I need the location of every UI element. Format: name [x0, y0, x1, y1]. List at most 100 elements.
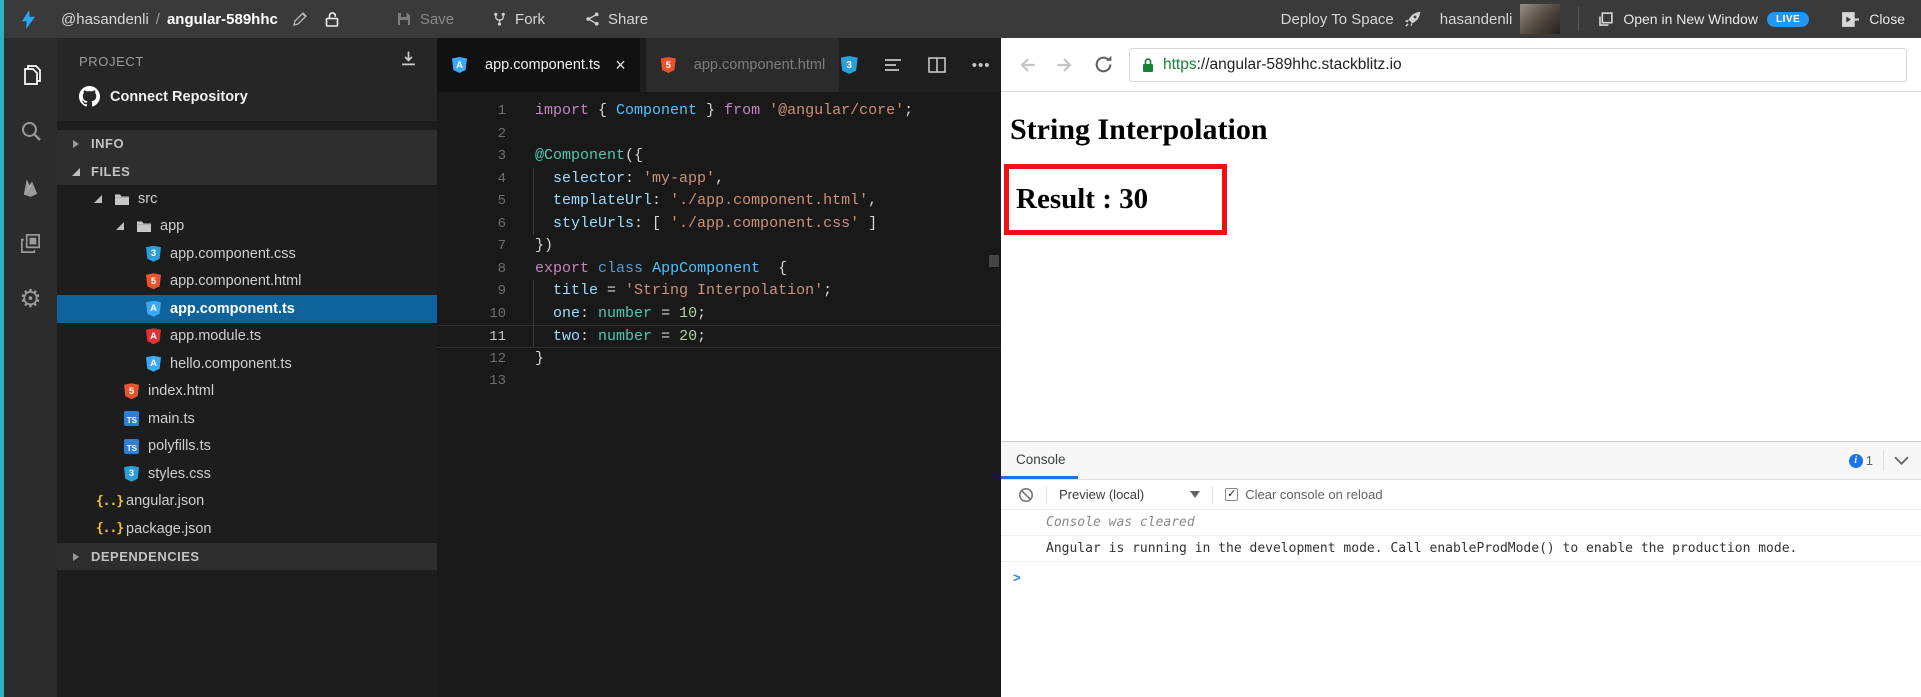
angular-blue-icon: A [145, 355, 162, 372]
code-line-3[interactable]: 3 @Component({ [437, 145, 1001, 168]
code-line-5[interactable]: 5 templateUrl: './app.component.html', [437, 190, 1001, 213]
file-item-styles-css[interactable]: 3 styles.css [57, 460, 437, 488]
fork-label: Fork [515, 10, 546, 28]
file-item-angular-json[interactable]: {..} angular.json [57, 488, 437, 516]
tree-item-label: app.component.html [170, 273, 302, 290]
code-text: export class AppComponent { [535, 259, 788, 277]
console-prompt[interactable]: > [1001, 562, 1921, 585]
new-window-icon [1599, 11, 1614, 26]
project-panel: PROJECT Connect Repository INFO FILES src a… [57, 38, 437, 697]
preview-content: String Interpolation Result : 30 [1001, 92, 1921, 441]
tree-item-label: DEPENDENCIES [91, 548, 200, 564]
file-item-main-ts[interactable]: TS main.ts [57, 405, 437, 433]
back-icon[interactable] [1015, 53, 1039, 77]
code-line-1[interactable]: 1 import { Component } from '@angular/cor… [437, 100, 1001, 123]
settings-icon[interactable]: ⚙ [18, 286, 44, 312]
breadcrumb-username[interactable]: @hasandenli [61, 11, 149, 28]
files-icon[interactable] [18, 62, 44, 88]
code-line-2[interactable]: 2 [437, 123, 1001, 146]
tab-app-component-html[interactable]: 5 app.component.html [645, 38, 840, 92]
clear-on-reload-checkbox[interactable]: ✓ [1225, 488, 1239, 501]
file-item-package-json[interactable]: {..} package.json [57, 515, 437, 543]
code-line-7[interactable]: 7}) [437, 235, 1001, 258]
console-collapse-button[interactable] [1894, 452, 1909, 470]
user-menu[interactable]: hasandenli [1440, 4, 1561, 34]
sidebar-section-info[interactable]: INFO [57, 130, 437, 158]
breadcrumb-project-name[interactable]: angular-589hhc [167, 11, 278, 28]
code-text: title = 'String Interpolation'; [553, 282, 833, 299]
open-in-new-window-label: Open in New Window [1623, 11, 1758, 27]
firebase-icon[interactable] [18, 174, 44, 200]
browser-toolbar: https://angular-589hhc.stackblitz.io [1001, 38, 1921, 92]
deploy-to-space-button[interactable]: Deploy To Space [1281, 10, 1422, 28]
console-context-dropdown[interactable]: Preview (local) [1059, 487, 1201, 502]
file-item-app-component-html[interactable]: 5 app.component.html [57, 268, 437, 296]
user-display-name: hasandenli [1439, 10, 1513, 28]
tree-item-label: FILES [91, 163, 131, 179]
dropdown-caret-icon [1190, 491, 1201, 498]
file-item-app-component-css[interactable]: 3 app.component.css [57, 240, 437, 268]
open-in-new-window-button[interactable]: Open in New Window LIVE [1597, 11, 1810, 28]
sidebar-section-files[interactable]: FILES [57, 157, 437, 185]
close-button[interactable]: Close [1841, 11, 1905, 28]
more-options-icon[interactable]: ••• [971, 55, 991, 75]
close-exit-icon [1842, 11, 1860, 27]
tab-label: app.component.ts [485, 57, 601, 73]
code-line-10[interactable]: 10 one: number = 10; [437, 302, 1001, 326]
folder-item-src[interactable]: src [57, 185, 437, 213]
rename-project-button[interactable] [292, 11, 308, 27]
privacy-toggle-button[interactable] [324, 11, 340, 28]
code-editor[interactable]: 1 import { Component } from '@angular/cor… [437, 92, 1001, 393]
html5-icon: 5 [123, 383, 140, 400]
code-line-8[interactable]: 8 export class AppComponent { [437, 258, 1001, 281]
save-button[interactable]: Save [396, 11, 454, 28]
console-info-badge[interactable]: i 1 [1848, 453, 1873, 468]
live-badge: LIVE [1766, 11, 1810, 27]
extensions-icon[interactable] [18, 230, 44, 256]
share-button[interactable]: Share [585, 11, 648, 28]
tree-item-label: src [138, 190, 158, 207]
code-line-4[interactable]: 4 selector: 'my-app', [437, 167, 1001, 191]
stackblitz-window: @hasandenli / angular-589hhc Save Fork S… [0, 0, 1921, 697]
twisty-collapsed-icon [71, 136, 85, 151]
sidebar-section-dependencies[interactable]: DEPENDENCIES [57, 542, 437, 570]
editor-scrollbar-thumb[interactable] [989, 255, 999, 267]
forward-icon[interactable] [1053, 53, 1077, 77]
angular-red-icon: A [145, 328, 162, 345]
pencil-icon [292, 12, 307, 26]
folder-item-app[interactable]: app [57, 213, 437, 241]
fork-button[interactable]: Fork [492, 11, 545, 28]
preview-pane: https://angular-589hhc.stackblitz.io Str… [1001, 38, 1921, 697]
tab-close-icon[interactable]: × [615, 56, 626, 74]
file-item-app-module-ts[interactable]: Aapp.module.ts [57, 323, 437, 351]
clear-console-button[interactable] [1018, 487, 1034, 503]
code-line-9[interactable]: 9 title = 'String Interpolation'; [437, 280, 1001, 303]
file-item-polyfills-ts[interactable]: TS polyfills.ts [57, 433, 437, 461]
search-icon[interactable] [18, 118, 44, 144]
connect-repository-button[interactable]: Connect Repository [57, 72, 437, 107]
split-editor-icon[interactable] [927, 55, 947, 75]
file-item-hello-component-ts[interactable]: Ahello.component.ts [57, 350, 437, 378]
tab-app-component-ts[interactable]: A app.component.ts × [437, 38, 640, 92]
refresh-icon[interactable] [1091, 53, 1115, 77]
code-line-11[interactable]: 11 two: number = 20; [437, 325, 1001, 348]
code-line-6[interactable]: 6 styleUrls: [ './app.component.css' ] [437, 212, 1001, 236]
code-line-13[interactable]: 13 [437, 370, 1001, 393]
file-item-app-component-ts[interactable]: Aapp.component.ts [57, 295, 437, 323]
download-project-button[interactable] [400, 50, 417, 72]
connect-repository-label: Connect Repository [110, 88, 248, 105]
console-panel: Console i 1 Preview (local) ✓ Clear cons… [1001, 441, 1921, 697]
url-bar[interactable]: https://angular-589hhc.stackblitz.io [1129, 47, 1907, 82]
stackblitz-logo-icon[interactable] [18, 8, 39, 31]
folder-icon [113, 190, 130, 207]
console-tab[interactable]: Console [1001, 442, 1078, 479]
user-avatar[interactable] [1520, 4, 1561, 34]
typescript-icon: TS [123, 410, 140, 427]
info-icon: i [1848, 453, 1863, 468]
file-item-index-html[interactable]: 5 index.html [57, 378, 437, 406]
code-text: templateUrl: './app.component.html', [553, 192, 878, 209]
activity-bar: ⚙ [4, 38, 57, 697]
code-line-12[interactable]: 12} [437, 348, 1001, 371]
word-wrap-icon[interactable] [883, 55, 903, 75]
format-css-icon[interactable]: 3 [839, 55, 859, 75]
